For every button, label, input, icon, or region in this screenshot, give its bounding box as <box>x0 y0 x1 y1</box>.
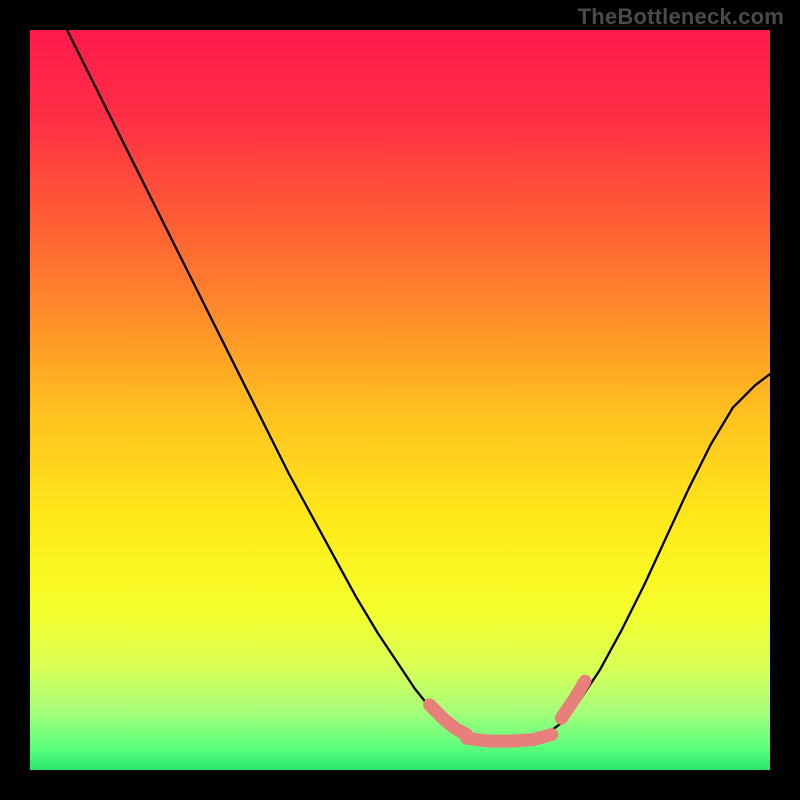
watermark-text: TheBottleneck.com <box>578 4 784 30</box>
gradient-background <box>30 30 770 770</box>
series-highlight-bottom <box>467 734 552 741</box>
chart-stage: TheBottleneck.com <box>0 0 800 800</box>
plot-svg <box>30 30 770 770</box>
plot-area <box>30 30 770 770</box>
